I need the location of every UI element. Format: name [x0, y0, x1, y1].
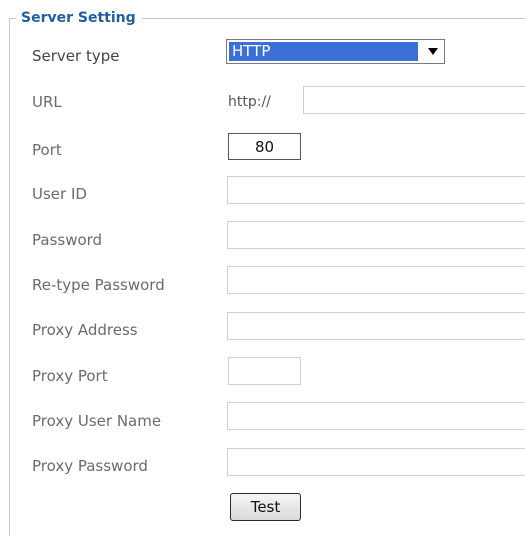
url-label: URL — [32, 93, 62, 111]
proxy-port-label: Proxy Port — [32, 367, 108, 385]
proxy-user-name-label: Proxy User Name — [32, 412, 162, 430]
retype-password-label: Re-type Password — [32, 276, 165, 294]
retype-password-input[interactable] — [227, 266, 525, 294]
password-input[interactable] — [227, 221, 525, 249]
proxy-password-input[interactable] — [227, 448, 525, 476]
proxy-address-label: Proxy Address — [32, 321, 138, 339]
port-label: Port — [32, 141, 62, 159]
url-input[interactable] — [303, 86, 525, 114]
port-input[interactable] — [228, 133, 301, 160]
url-prefix: http:// — [228, 94, 271, 110]
password-label: Password — [32, 231, 103, 249]
server-setting-page: Server Setting Server type HTTP URL http… — [0, 0, 525, 536]
user-id-input[interactable] — [227, 176, 525, 204]
section-title: Server Setting — [16, 9, 142, 27]
proxy-port-input[interactable] — [228, 357, 301, 385]
proxy-password-label: Proxy Password — [32, 457, 148, 475]
test-button[interactable]: Test — [230, 493, 301, 521]
user-id-label: User ID — [32, 185, 87, 203]
server-type-selected-value: HTTP — [229, 42, 418, 61]
proxy-address-input[interactable] — [227, 312, 525, 340]
server-type-label: Server type — [32, 47, 120, 65]
server-type-select[interactable]: HTTP — [226, 39, 445, 64]
chevron-down-icon — [428, 48, 438, 55]
proxy-user-name-input[interactable] — [227, 402, 525, 430]
